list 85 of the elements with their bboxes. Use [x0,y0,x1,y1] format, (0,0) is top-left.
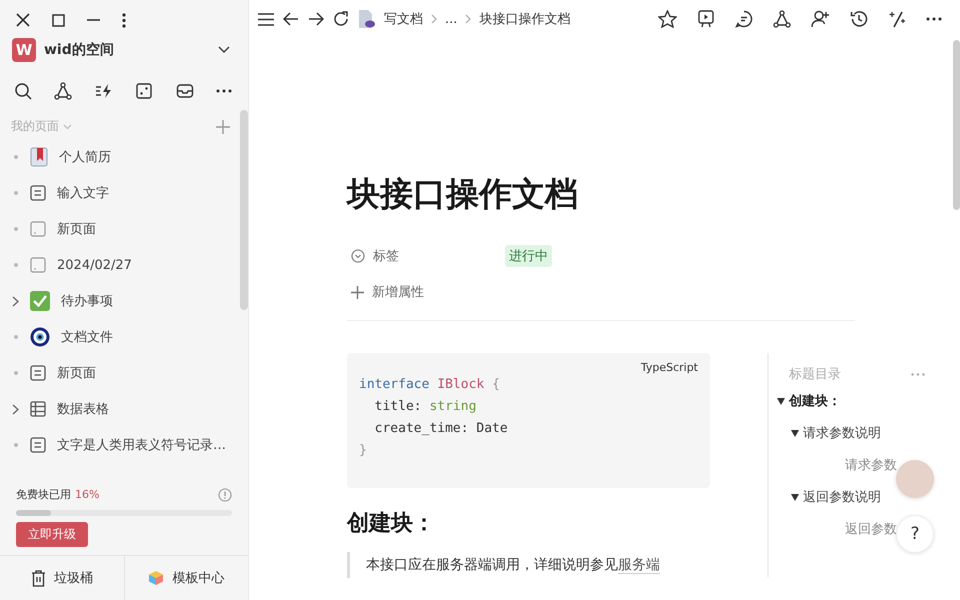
inbox-icon[interactable] [176,82,194,100]
workspace-logo: W [12,38,36,62]
chevron-circle-icon [351,249,365,263]
forward-arrow-icon[interactable] [308,12,324,26]
template-center-link[interactable]: 模板中心 [172,569,224,587]
link[interactable]: 服务端 [618,557,660,574]
code-line: } [359,442,368,460]
toc-item[interactable]: 请求参数说明 [803,424,881,442]
magic-wand-icon[interactable] [888,10,906,28]
chevron-right-icon[interactable] [12,404,19,414]
add-icon[interactable] [216,120,230,134]
blank-page-icon [30,221,46,237]
code-line: title: string [374,398,478,416]
code-language[interactable]: TypeScript [359,361,698,374]
maximize-icon[interactable] [52,14,65,26]
lightning-icon[interactable] [94,82,113,100]
document-icon [30,365,46,381]
chevron-down-icon[interactable] [218,46,230,54]
breadcrumb-item[interactable]: 写文档 [384,10,423,28]
scrollbar[interactable] [953,40,960,210]
upgrade-button[interactable]: 立即升级 [16,522,88,547]
search-icon[interactable] [14,82,32,100]
blank-page-icon [30,257,46,273]
expand-triangle-icon[interactable] [791,430,799,436]
expand-triangle-icon[interactable] [791,494,799,500]
quote-text: 本接口应在服务器端调用，详细说明参见服务端 [366,556,661,574]
star-icon[interactable] [658,10,677,28]
add-user-icon[interactable] [811,10,830,28]
page-item[interactable]: 新页面 [57,220,96,238]
page-item[interactable]: 新页面 [57,364,96,382]
checkbox-icon [30,291,50,311]
toc-item[interactable]: 返回参数说明 [803,488,881,506]
usage-percent: 16% [75,488,100,501]
presentation-icon[interactable] [697,10,715,28]
scrollbar[interactable] [240,110,248,310]
add-property-link[interactable]: 新增属性 [372,283,504,301]
more-icon[interactable] [926,17,942,21]
more-icon[interactable] [216,89,232,93]
history-icon[interactable] [850,10,868,28]
page-item[interactable]: 待办事项 [61,292,113,310]
code-line: interface IBlock { [359,376,501,394]
refresh-icon[interactable] [333,11,349,27]
toc-title: 标题目录 [789,366,841,383]
breadcrumb-item[interactable]: 块接口操作文档 [479,10,570,28]
page-item[interactable]: 文档文件 [61,328,113,346]
graph-icon[interactable] [773,10,791,28]
status-tag[interactable]: 进行中 [505,245,552,267]
chevron-right-icon[interactable] [12,296,19,306]
page-item[interactable]: 文字是人类用表义符号记录… [57,436,226,454]
page-item[interactable]: 2024/02/27 [57,258,132,272]
more-icon[interactable] [122,12,126,28]
document-icon [358,9,376,29]
trash-icon[interactable] [30,570,46,586]
document-title: 块接口操作文档 [347,173,579,215]
close-icon[interactable] [16,13,30,27]
page-item[interactable]: 数据表格 [57,400,109,418]
page-item[interactable]: 个人简历 [59,148,111,166]
chevron-right-icon [465,14,472,24]
page-item[interactable]: 输入文字 [57,184,109,202]
comment-icon[interactable] [735,10,753,28]
document-icon [30,437,46,453]
expand-triangle-icon[interactable] [777,398,785,404]
graph-icon[interactable] [54,82,72,100]
code-line: create_time: Date [374,420,509,438]
section-heading: 创建块： [347,510,436,538]
usage-label: 免费块已用 [16,487,71,502]
back-arrow-icon[interactable] [283,12,299,26]
info-icon[interactable] [218,488,232,502]
toc-item[interactable]: 请求参数 [831,456,897,474]
property-label: 标签 [373,248,400,265]
eye-charm-icon [30,327,50,347]
minimize-icon[interactable] [87,19,100,21]
trash-link[interactable]: 垃圾桶 [54,569,93,587]
add-icon[interactable] [351,286,364,298]
help-button[interactable]: ? [896,515,934,553]
document-icon [30,185,46,201]
breadcrumb-item[interactable]: ... [445,12,458,26]
toc-item[interactable]: 创建块： [789,392,841,410]
chevron-right-icon [431,14,437,24]
menu-icon[interactable] [258,12,274,26]
bookmark-book-icon [30,147,48,167]
workspace-name[interactable]: wid的空间 [44,41,218,59]
dice-icon[interactable] [135,82,154,100]
table-icon [30,401,46,417]
toc-item[interactable]: 返回参数 [831,520,897,538]
